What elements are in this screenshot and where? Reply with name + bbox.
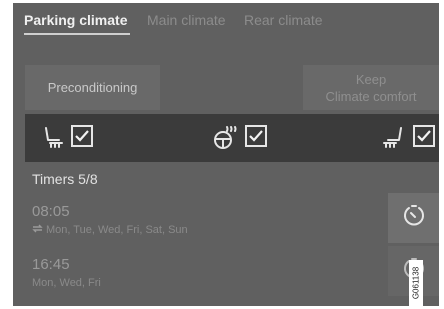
timer-row[interactable]: 16:45 Mon, Wed, Fri <box>13 246 439 296</box>
tab-main-climate[interactable]: Main climate <box>147 12 226 28</box>
timer-edit-button[interactable] <box>388 193 439 243</box>
heated-seat-checkbox[interactable] <box>71 125 93 147</box>
active-tab-indicator <box>24 33 130 35</box>
repeat-icon <box>32 224 43 236</box>
timer-time: 08:05 <box>32 203 70 220</box>
keep-label-line2: Climate comfort <box>325 88 417 104</box>
timer-days: Mon, Tue, Wed, Fri, Sat, Sun <box>32 224 188 236</box>
tab-bar: Parking climate Main climate Rear climat… <box>13 3 439 39</box>
keep-climate-comfort-button[interactable]: Keep Climate comfort <box>303 65 439 110</box>
heated-steering-wheel-checkbox[interactable] <box>245 125 267 147</box>
tab-parking-climate[interactable]: Parking climate <box>24 12 128 28</box>
timer-days-label: Mon, Wed, Fri <box>32 277 101 289</box>
keep-label-line1: Keep <box>355 71 387 87</box>
image-code: G061138 <box>411 266 421 300</box>
heated-rear-seat-icon <box>381 126 405 153</box>
timers-heading: Timers 5/8 <box>32 171 98 187</box>
climate-options-strip <box>25 114 439 162</box>
timer-icon <box>402 204 426 233</box>
heated-seat-icon <box>42 126 66 153</box>
preconditioning-label: Preconditioning <box>47 80 138 95</box>
parking-climate-screen: Parking climate Main climate Rear climat… <box>13 3 439 306</box>
heated-rear-seat-checkbox[interactable] <box>413 125 435 147</box>
timer-time: 16:45 <box>32 256 70 273</box>
heated-steering-wheel-icon <box>213 126 237 155</box>
image-code-label: G061138 <box>409 260 423 306</box>
preconditioning-button[interactable]: Preconditioning <box>25 65 160 110</box>
tab-rear-climate[interactable]: Rear climate <box>244 12 323 28</box>
timer-days-label: Mon, Tue, Wed, Fri, Sat, Sun <box>46 224 188 236</box>
timer-row[interactable]: 08:05 Mon, Tue, Wed, Fri, Sat, Sun <box>13 193 439 243</box>
